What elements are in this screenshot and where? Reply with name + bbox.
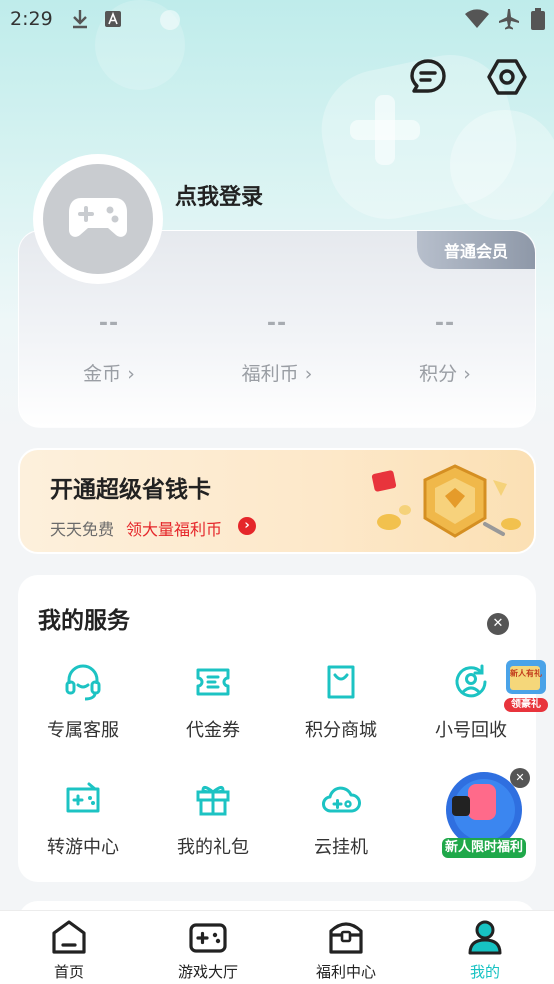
nav-label: 游戏大厅 bbox=[177, 963, 238, 981]
keyboard-a-icon bbox=[104, 10, 122, 32]
download-icon bbox=[70, 8, 90, 34]
nav-label: 首页 bbox=[53, 963, 84, 981]
services-title: 我的服务 bbox=[38, 608, 130, 634]
stat-points-value: -- bbox=[434, 311, 456, 336]
service-label: 转游中心 bbox=[47, 837, 119, 858]
shopping-bag-icon bbox=[321, 662, 361, 702]
service-label: 积分商城 bbox=[305, 720, 377, 741]
avatar bbox=[43, 164, 153, 274]
service-label: 我的礼包 bbox=[177, 837, 249, 858]
gamepad-icon bbox=[189, 919, 227, 955]
stat-welfare-coins[interactable]: -- 福利币 › bbox=[217, 311, 337, 386]
coupon-icon bbox=[193, 662, 233, 702]
bottom-navigation: 首页 游戏大厅 福利中心 我的 bbox=[0, 910, 554, 984]
nav-label: 福利中心 bbox=[315, 963, 376, 981]
gamepad-avatar-icon bbox=[67, 194, 129, 244]
nav-mine[interactable]: 我的 bbox=[430, 919, 540, 982]
close-icon[interactable]: ✕ bbox=[487, 613, 509, 635]
promo-highlight: 领大量福利币 bbox=[126, 520, 223, 539]
newbie-gift-float-badge[interactable]: 领豪礼 新人有礼 bbox=[500, 656, 552, 714]
stat-points[interactable]: -- 积分 › bbox=[385, 311, 505, 386]
service-my-gifts[interactable]: 我的礼包 bbox=[148, 779, 278, 859]
service-label: 云挂机 bbox=[314, 837, 368, 858]
deco-bubble bbox=[450, 110, 554, 220]
treasure-chest-icon bbox=[327, 919, 365, 955]
service-label: 专属客服 bbox=[47, 720, 119, 741]
stat-coins-value: -- bbox=[98, 311, 120, 336]
close-icon[interactable]: ✕ bbox=[510, 768, 530, 788]
service-customer-support[interactable]: 专属客服 bbox=[18, 662, 148, 742]
promo-subtitle: 天天免费 bbox=[50, 520, 115, 539]
newbie-limited-welfare-float[interactable]: 新人限时福利 ✕ bbox=[438, 768, 530, 860]
status-time: 2:29 bbox=[10, 8, 53, 30]
cloud-gamepad-icon bbox=[321, 779, 361, 819]
badge-big-label: 新人限时福利 bbox=[444, 840, 523, 855]
home-icon bbox=[50, 919, 88, 955]
settings-icon[interactable] bbox=[487, 57, 527, 97]
stat-welfare-coins-label: 福利币 › bbox=[241, 363, 313, 385]
promo-title: 开通超级省钱卡 bbox=[50, 477, 211, 503]
nav-home[interactable]: 首页 bbox=[14, 919, 124, 982]
message-icon[interactable] bbox=[408, 57, 448, 97]
service-transfer-center[interactable]: 转游中心 bbox=[18, 779, 148, 859]
member-level-badge: 普通会员 bbox=[417, 231, 535, 269]
wifi-icon bbox=[464, 9, 490, 33]
badge-small-top-label: 新人有礼 bbox=[510, 669, 542, 678]
transfer-game-icon bbox=[63, 779, 103, 819]
headset-icon bbox=[63, 662, 103, 702]
service-cloud-hangup[interactable]: 云挂机 bbox=[276, 779, 406, 859]
deco-plus-shape bbox=[350, 95, 420, 165]
super-savings-card-banner[interactable]: 开通超级省钱卡 天天免费 领大量福利币 › bbox=[18, 448, 536, 554]
stat-welfare-coins-value: -- bbox=[266, 311, 288, 336]
stat-coins-label: 金币 › bbox=[83, 363, 135, 385]
service-points-mall[interactable]: 积分商城 bbox=[276, 662, 406, 742]
stat-points-label: 积分 › bbox=[419, 363, 471, 385]
gift-icon bbox=[193, 779, 233, 819]
promo-arrow-icon: › bbox=[238, 517, 256, 535]
service-coupons[interactable]: 代金券 bbox=[148, 662, 278, 742]
status-bar: 2:29 bbox=[0, 0, 554, 40]
badge-small-label: 领豪礼 bbox=[511, 699, 541, 710]
airplane-icon bbox=[497, 7, 521, 35]
nav-game-hall[interactable]: 游戏大厅 bbox=[153, 919, 263, 982]
diamond-medal-icon bbox=[365, 460, 525, 550]
user-icon bbox=[466, 919, 504, 955]
recycle-account-icon bbox=[451, 662, 491, 702]
service-label: 小号回收 bbox=[435, 720, 507, 741]
battery-icon bbox=[531, 8, 545, 34]
nav-label: 我的 bbox=[469, 963, 500, 981]
nav-welfare-center[interactable]: 福利中心 bbox=[291, 919, 401, 982]
avatar-button[interactable] bbox=[33, 154, 163, 284]
login-prompt[interactable]: 点我登录 bbox=[175, 179, 263, 211]
service-label: 代金券 bbox=[186, 720, 240, 741]
stat-coins[interactable]: -- 金币 › bbox=[49, 311, 169, 386]
